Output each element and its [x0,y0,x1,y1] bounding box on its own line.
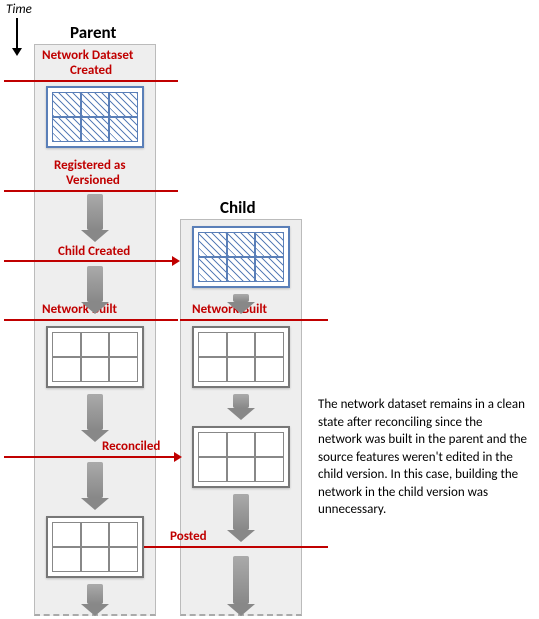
label-child-created: Child Created [58,244,130,259]
arrow-down-icon [233,294,249,302]
label-versioned: Versioned [66,173,120,188]
child-dataset-initial [192,226,290,288]
diagram-canvas: Time Parent Child Network Dataset Create… [0,0,539,619]
parent-dataset-initial [46,86,144,148]
arrow-down-icon [87,394,103,430]
explanation-text: The network dataset remains in a clean s… [318,396,528,519]
parent-dataset-posted [46,516,144,578]
arrow-down-icon [87,462,103,498]
redline-nb-parent [4,319,178,321]
label-network-dataset-created-line2: Created [70,63,112,78]
label-reconciled: Reconciled [102,439,160,454]
label-registered-as: Registered as [54,158,126,173]
arrow-down-icon [87,584,103,604]
arrow-down-icon [87,194,103,230]
time-arrow-icon [16,18,18,48]
redarrow-reconciled [4,456,174,458]
child-dataset-built [192,326,290,388]
redline-nd-created [4,80,178,82]
arrow-down-icon [233,556,249,604]
parent-title: Parent [70,22,116,43]
label-posted: Posted [170,529,207,544]
time-label: Time [6,2,32,17]
child-dataset-reconciled [192,426,290,488]
arrow-down-icon [233,394,249,408]
parent-dataset-built [46,326,144,388]
redline-registered [4,190,178,192]
label-network-dataset-created-line1: Network Dataset [42,48,133,63]
redarrow-posted [140,546,328,548]
redline-nb-child [180,319,328,321]
arrow-down-icon [87,266,103,302]
arrow-down-icon [233,494,249,530]
redarrow-child-created [4,260,172,262]
child-title: Child [220,197,256,218]
